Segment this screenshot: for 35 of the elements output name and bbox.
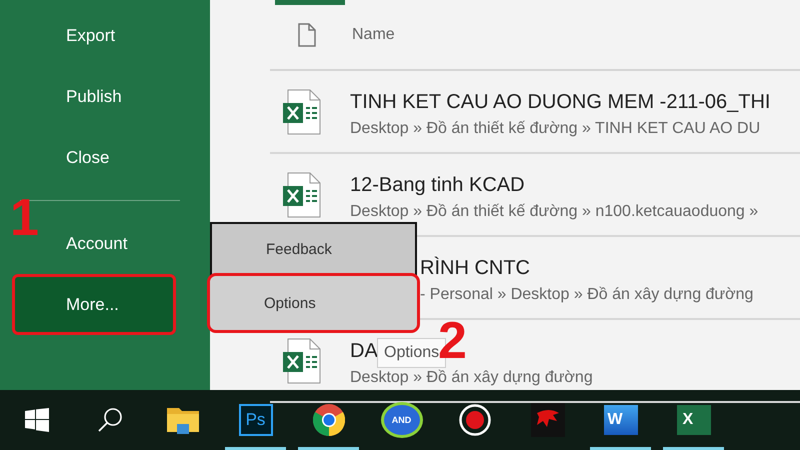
spreadsheet-file-icon xyxy=(282,338,322,384)
file-path: - Personal » Desktop » Đồ án xây dựng đường xyxy=(420,286,754,304)
file-name[interactable]: 12-Bang tinh KCAD xyxy=(350,174,525,197)
document-icon xyxy=(298,22,316,46)
sidebar-item[interactable]: More... xyxy=(12,274,176,335)
oval-app-icon[interactable]: AND xyxy=(380,402,422,438)
windows-logo-icon[interactable] xyxy=(24,408,48,432)
menu-item[interactable]: Feedback xyxy=(210,222,417,276)
running-indicator xyxy=(663,447,724,450)
folder-icon[interactable] xyxy=(166,406,198,434)
browser-icon[interactable] xyxy=(312,404,344,436)
menu-item[interactable]: Options xyxy=(210,276,417,330)
record-icon[interactable] xyxy=(458,404,490,436)
search-icon[interactable] xyxy=(96,407,122,433)
spreadsheet-file-icon xyxy=(282,88,322,134)
dragon-app-icon[interactable] xyxy=(530,403,564,437)
file-name[interactable]: TINH KET CAU AO DUONG MEM -211-06_THI xyxy=(350,91,770,114)
tab-underline xyxy=(275,0,345,5)
file-name[interactable]: DA xyxy=(350,340,378,363)
file-path: Desktop » Đồ án xây dựng đường xyxy=(350,369,593,387)
sidebar-item[interactable]: Export xyxy=(0,5,210,66)
sidebar-item[interactable]: Publish xyxy=(0,66,210,127)
file-path: Desktop » Đồ án thiết kế đường » TINH KET CAU AO DU xyxy=(350,120,760,138)
excel-app-icon[interactable]: X xyxy=(676,405,710,435)
sidebar-item[interactable]: Close xyxy=(0,127,210,188)
word-app-icon[interactable]: W xyxy=(604,405,638,435)
photoshop-app-icon[interactable]: Ps xyxy=(238,404,272,436)
running-indicator xyxy=(590,447,651,450)
file-path: Desktop » Đồ án thiết kế đường » n100.ketcauaoduong » xyxy=(350,203,758,221)
file-name[interactable]: RÌNH CNTC xyxy=(420,257,530,280)
column-header: Name xyxy=(352,26,395,44)
step-number: 1 xyxy=(10,192,39,244)
running-indicator xyxy=(225,447,286,450)
spreadsheet-file-icon xyxy=(282,172,322,218)
running-indicator xyxy=(298,447,359,450)
